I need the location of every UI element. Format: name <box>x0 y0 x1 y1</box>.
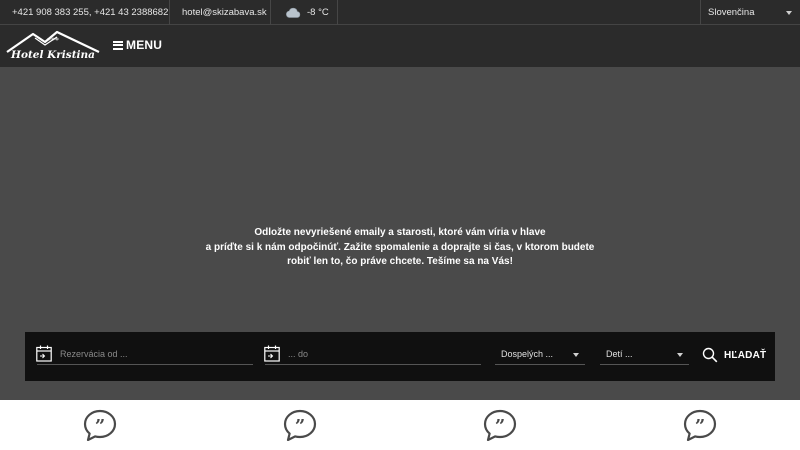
divider <box>270 0 271 25</box>
children-select[interactable]: Detí ... <box>600 346 689 365</box>
chevron-down-icon <box>573 353 579 357</box>
chevron-down-icon <box>677 353 683 357</box>
date-to-placeholder: ... do <box>288 349 309 359</box>
logo-stars: *** <box>47 36 59 45</box>
hotel-logo[interactable]: *** Hotel Kristina <box>5 28 101 64</box>
temperature: -8 °C <box>307 7 329 18</box>
quote-bubble-icon: ” <box>83 409 117 441</box>
language-select[interactable]: Slovenčina <box>700 0 800 25</box>
divider <box>337 0 338 25</box>
search-button-label: HĽADAŤ <box>724 350 767 361</box>
phone-numbers[interactable]: +421 908 383 255, +421 43 2388682 <box>0 0 168 25</box>
search-icon <box>702 347 718 363</box>
chevron-down-icon <box>786 11 792 15</box>
date-to-field[interactable]: ... do <box>264 345 481 365</box>
logo-mountain-icon: *** Hotel Kristina <box>6 30 100 61</box>
calendar-icon <box>264 345 280 362</box>
adults-select[interactable]: Dospelých ... <box>495 346 585 365</box>
menu-label: MENU <box>126 38 163 52</box>
hamburger-icon <box>113 40 123 50</box>
date-from-field[interactable]: Rezervácia od ... <box>36 345 253 365</box>
language-value: Slovenčina <box>708 7 755 18</box>
calendar-icon <box>36 345 52 362</box>
svg-text:”: ” <box>95 416 105 437</box>
svg-text:”: ” <box>695 416 705 437</box>
hero-line: robiť len to, čo práve chcete. Tešíme sa… <box>287 256 513 267</box>
svg-text:”: ” <box>495 416 505 437</box>
quote-bubble-icon: ” <box>683 409 717 441</box>
svg-text:”: ” <box>295 416 305 437</box>
adults-label: Dospelých ... <box>501 349 554 359</box>
children-label: Detí ... <box>606 349 633 359</box>
hero-line: Odložte nevyriešené emaily a starosti, k… <box>254 227 546 238</box>
menu-button[interactable]: MENU <box>113 37 162 53</box>
hero-line: a príďte si k nám odpočinúť. Zažite spom… <box>205 241 595 253</box>
quote-bubble-icon: ” <box>483 409 517 441</box>
quote-bubble-icon: ” <box>283 409 317 441</box>
hero-text: Odložte nevyriešené emaily a starosti, k… <box>150 226 650 270</box>
date-from-placeholder: Rezervácia od ... <box>60 349 128 359</box>
logo-text: Hotel Kristina <box>10 49 95 61</box>
search-button[interactable]: HĽADAŤ <box>702 346 770 366</box>
email-link[interactable]: hotel@skizabava.sk <box>170 0 267 25</box>
top-info-bar: +421 908 383 255, +421 43 2388682 hotel@… <box>0 0 800 25</box>
main-navbar: *** Hotel Kristina MENU <box>0 25 800 67</box>
booking-search-bar: Rezervácia od ... ... do Dospelých ... D… <box>25 332 775 381</box>
